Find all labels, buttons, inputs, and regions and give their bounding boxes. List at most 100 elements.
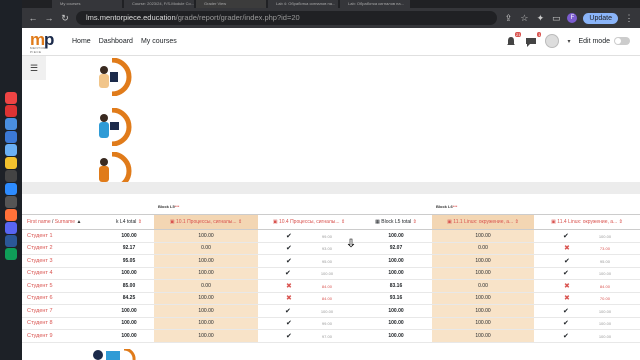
student-name[interactable]: Студент 7 bbox=[22, 304, 104, 318]
grade-cell[interactable]: 100.00 bbox=[432, 254, 534, 268]
menu-icon[interactable]: ⋮ bbox=[624, 13, 634, 24]
grade-cell[interactable]: 100.00 bbox=[432, 292, 534, 305]
app-icon-green[interactable] bbox=[5, 248, 17, 260]
status-grade-cell[interactable]: ✖ 84.00 bbox=[258, 292, 360, 305]
update-button[interactable]: Update bbox=[583, 12, 618, 24]
status-grade-cell[interactable]: ✔ 97.00 bbox=[258, 329, 360, 343]
open-drawer-button[interactable]: ☰ bbox=[22, 56, 46, 80]
grade-cell[interactable]: 100.00 bbox=[154, 329, 258, 343]
share-icon[interactable]: ⇪ bbox=[503, 13, 513, 24]
grade-cell[interactable]: 83.16 bbox=[360, 279, 432, 293]
student-name[interactable]: Студент 3 bbox=[22, 254, 104, 268]
browser-tab[interactable]: Lab: Обработка сигналов на... bbox=[340, 0, 410, 8]
grade-cell[interactable]: 100.00 bbox=[154, 292, 258, 305]
grade-cell[interactable]: 100.00 bbox=[360, 317, 432, 330]
status-grade-cell[interactable]: ✔ 93.00 bbox=[258, 242, 360, 255]
status-grade-cell[interactable]: ✔ 100.00 bbox=[258, 304, 360, 318]
forward-icon[interactable]: → bbox=[44, 13, 54, 23]
student-name[interactable]: Студент 1 bbox=[22, 229, 104, 243]
profile-avatar[interactable]: F bbox=[567, 13, 578, 23]
status-grade-cell[interactable]: ✔ 99.00 bbox=[258, 317, 360, 330]
status-grade-cell[interactable]: ✖ 84.00 bbox=[258, 279, 360, 293]
grade-cell[interactable]: 0.00 bbox=[154, 242, 258, 255]
name-sort-header[interactable]: First name / Surname ▲ bbox=[22, 214, 104, 230]
grade-cell[interactable]: 100.00 bbox=[104, 229, 154, 243]
student-name[interactable]: Студент 8 bbox=[22, 317, 104, 330]
grade-cell[interactable]: 100.00 bbox=[360, 229, 432, 243]
status-grade-cell[interactable]: ✔ 100.00 bbox=[534, 229, 640, 243]
app-icon-terminal[interactable] bbox=[5, 170, 17, 182]
grade-cell[interactable]: 100.00 bbox=[104, 267, 154, 280]
column-header[interactable]: k L4 total ⇕ bbox=[104, 214, 154, 230]
status-grade-cell[interactable]: ✔ 95.00 bbox=[534, 254, 640, 268]
status-grade-cell[interactable]: ✖ 84.00 bbox=[534, 279, 640, 293]
grade-cell[interactable]: 100.00 bbox=[104, 329, 154, 343]
edit-mode-toggle[interactable] bbox=[614, 37, 630, 45]
column-header[interactable]: ▣ 10.1 Процессы, сигналы... ⇕ bbox=[154, 214, 258, 230]
grade-cell[interactable]: 100.00 bbox=[432, 317, 534, 330]
column-header[interactable]: ▣ 11.4 Linux: окружение, а... ⇕ bbox=[534, 214, 640, 230]
grade-cell[interactable]: 100.00 bbox=[432, 304, 534, 318]
grade-cell[interactable]: 0.00 bbox=[154, 279, 258, 293]
reload-icon[interactable]: ↻ bbox=[60, 13, 70, 24]
app-icon-red[interactable] bbox=[5, 92, 17, 104]
student-name[interactable]: Студент 6 bbox=[22, 292, 104, 305]
app-icon-opera[interactable] bbox=[5, 105, 17, 117]
grade-cell[interactable]: 100.00 bbox=[154, 317, 258, 330]
grade-cell[interactable]: 100.00 bbox=[154, 229, 258, 243]
grade-cell[interactable]: 100.00 bbox=[432, 267, 534, 280]
column-header[interactable]: ▣ 10.4 Процессы, сигналы... ⇕ bbox=[258, 214, 360, 230]
student-name[interactable]: Студент 9 bbox=[22, 329, 104, 343]
grade-cell[interactable]: 93.16 bbox=[360, 292, 432, 305]
star-icon[interactable]: ☆ bbox=[519, 13, 529, 24]
status-grade-cell[interactable]: ✔ 100.00 bbox=[534, 329, 640, 343]
nav-home[interactable]: Home bbox=[72, 38, 91, 45]
status-grade-cell[interactable]: ✔ 100.00 bbox=[258, 267, 360, 280]
status-grade-cell[interactable]: ✖ 73.00 bbox=[534, 242, 640, 255]
app-icon-firefox[interactable] bbox=[5, 209, 17, 221]
grade-cell[interactable]: 92.17 bbox=[104, 242, 154, 255]
extensions-icon[interactable]: ✦ bbox=[535, 13, 545, 24]
status-grade-cell[interactable]: ✔ 100.00 bbox=[534, 304, 640, 318]
grade-cell[interactable]: 100.00 bbox=[154, 254, 258, 268]
grade-cell[interactable]: 100.00 bbox=[154, 267, 258, 280]
browser-tab[interactable]: Lab 4: Обработка сигналов на... bbox=[268, 0, 338, 8]
grade-cell[interactable]: 100.00 bbox=[360, 304, 432, 318]
chevron-down-icon[interactable]: ▾ bbox=[567, 38, 570, 45]
browser-tab[interactable]: Course: 2023/24, F/S-Module Co... bbox=[124, 0, 194, 8]
grade-cell[interactable]: 100.00 bbox=[432, 329, 534, 343]
sidebar-icon[interactable]: ▭ bbox=[551, 13, 561, 24]
grade-cell[interactable]: 100.00 bbox=[360, 254, 432, 268]
grade-cell[interactable]: 100.00 bbox=[154, 304, 258, 318]
user-menu-avatar[interactable] bbox=[545, 34, 560, 48]
app-icon-chrome[interactable] bbox=[5, 157, 17, 169]
grade-cell[interactable]: 100.00 bbox=[104, 317, 154, 330]
status-grade-cell[interactable]: ✔ 100.00 bbox=[534, 267, 640, 280]
grade-cell[interactable]: 92.07 bbox=[360, 242, 432, 255]
grade-cell[interactable]: 0.00 bbox=[432, 279, 534, 293]
browser-tab[interactable]: My courses bbox=[52, 0, 122, 8]
student-name[interactable]: Студент 2 bbox=[22, 242, 104, 255]
app-icon-dark[interactable] bbox=[5, 196, 17, 208]
student-name[interactable]: Студент 5 bbox=[22, 279, 104, 293]
url-field[interactable]: lms.mentorpiece.education/grade/report/g… bbox=[76, 11, 498, 25]
status-grade-cell[interactable]: ✔ 100.00 bbox=[534, 317, 640, 330]
nav-my-courses[interactable]: My courses bbox=[141, 38, 177, 45]
status-grade-cell[interactable]: ✔ 99.00 bbox=[258, 229, 360, 243]
browser-tab-active[interactable]: Grader View bbox=[196, 0, 266, 8]
grade-cell[interactable]: 84.25 bbox=[104, 292, 154, 305]
status-grade-cell[interactable]: ✔ 95.00 bbox=[258, 254, 360, 268]
messages-icon[interactable]: 1 bbox=[525, 32, 542, 47]
app-icon-discord[interactable] bbox=[5, 222, 17, 234]
grade-cell[interactable]: 100.00 bbox=[104, 304, 154, 318]
notifications-icon[interactable]: 21 bbox=[505, 32, 522, 47]
grade-cell[interactable]: 100.00 bbox=[432, 229, 534, 243]
app-icon-word[interactable] bbox=[5, 235, 17, 247]
back-icon[interactable]: ← bbox=[28, 13, 38, 23]
app-icon-blue[interactable] bbox=[5, 118, 17, 130]
column-header[interactable]: ▣ 11.1 Linux: окружение, а... ⇕ bbox=[432, 214, 534, 230]
app-icon-zoom[interactable] bbox=[5, 183, 17, 195]
grade-cell[interactable]: 0.00 bbox=[432, 242, 534, 255]
nav-dashboard[interactable]: Dashboard bbox=[99, 38, 133, 45]
grade-cell[interactable]: 95.05 bbox=[104, 254, 154, 268]
